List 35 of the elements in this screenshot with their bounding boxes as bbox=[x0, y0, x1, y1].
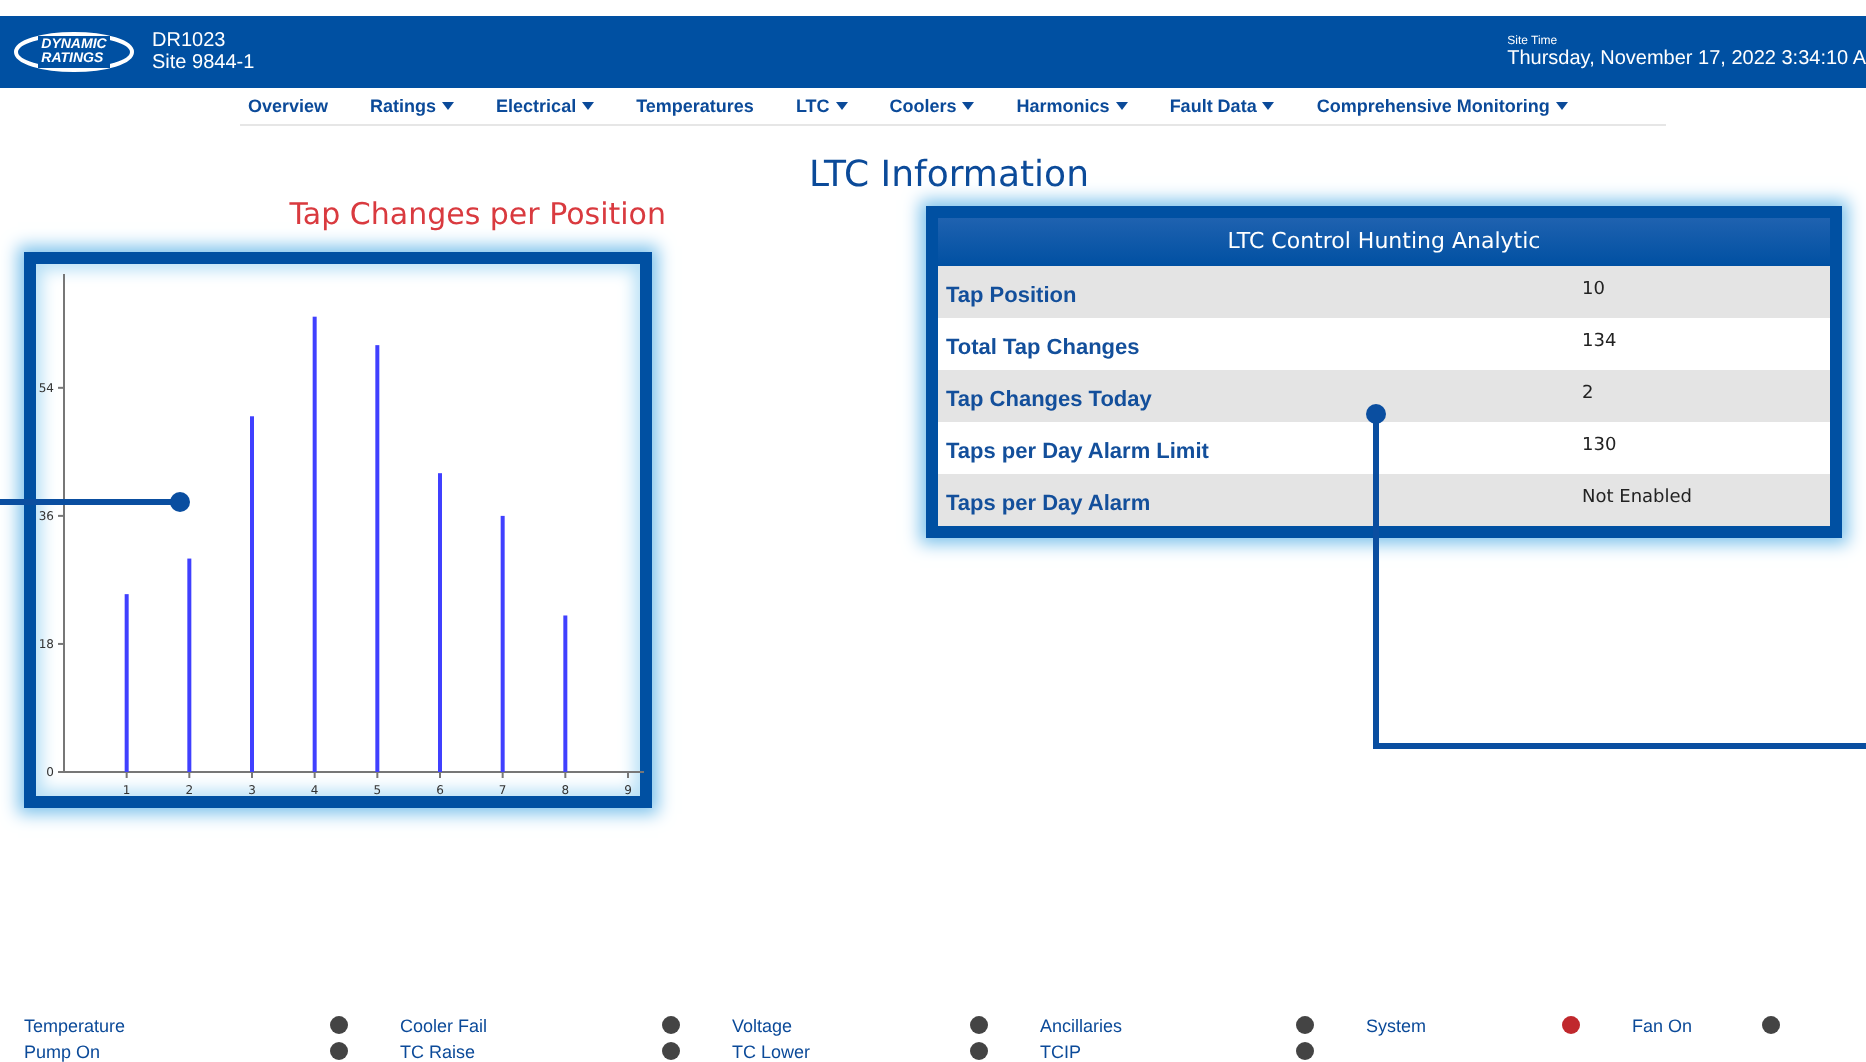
nav-menu-item[interactable]: Ratings bbox=[370, 96, 455, 116]
status-label: System bbox=[1366, 1015, 1427, 1035]
nav-menu-item[interactable]: Overview bbox=[248, 96, 329, 116]
row-label: Tap Changes Today bbox=[944, 386, 1154, 412]
row-label: Taps per Day Alarm bbox=[944, 490, 1153, 516]
nav-menu-item[interactable]: Comprehensive Monitoring bbox=[1316, 96, 1568, 116]
page-title: LTC Information bbox=[807, 154, 1091, 198]
row-value: Not Enabled bbox=[1582, 488, 1692, 512]
status-label: Fan On bbox=[1632, 1015, 1693, 1035]
status-label: Cooler Fail bbox=[400, 1015, 488, 1035]
site-time: Thursday, November 17, 2022 3:34:10 A bbox=[1507, 49, 1866, 69]
nav-menu-item[interactable]: Fault Data bbox=[1169, 96, 1275, 116]
row-value: 130 bbox=[1582, 436, 1617, 460]
row-label: Tap Position bbox=[944, 282, 1079, 308]
row-value: 134 bbox=[1582, 332, 1617, 356]
device-name: DR1023 bbox=[152, 30, 228, 52]
status-label: TC Raise bbox=[400, 1041, 476, 1061]
chart-title: Tap Changes per Position bbox=[287, 194, 668, 234]
status-label: TCIP bbox=[1040, 1041, 1082, 1061]
row-value: 10 bbox=[1582, 280, 1605, 304]
analytic-title: LTC Control Hunting Analytic bbox=[938, 218, 1830, 266]
status-label: Ancillaries bbox=[1040, 1015, 1123, 1035]
row-label: Total Tap Changes bbox=[944, 334, 1142, 360]
row-label: Taps per Day Alarm Limit bbox=[944, 438, 1211, 464]
nav-menu-item[interactable]: Temperatures bbox=[636, 96, 754, 116]
status-label: Temperature bbox=[24, 1015, 126, 1035]
nav-menu-item[interactable]: Coolers bbox=[889, 96, 975, 116]
nav-menu-item[interactable]: Electrical bbox=[496, 96, 595, 116]
nav-menu-item[interactable]: Harmonics bbox=[1016, 96, 1128, 116]
site-name: Site 9844-1 bbox=[152, 52, 255, 74]
status-label: TC Lower bbox=[732, 1041, 811, 1061]
nav-menu-item[interactable]: LTC bbox=[795, 96, 848, 116]
row-value: 2 bbox=[1582, 384, 1594, 408]
status-label: Pump On bbox=[24, 1041, 101, 1061]
status-label: Voltage bbox=[732, 1015, 793, 1035]
